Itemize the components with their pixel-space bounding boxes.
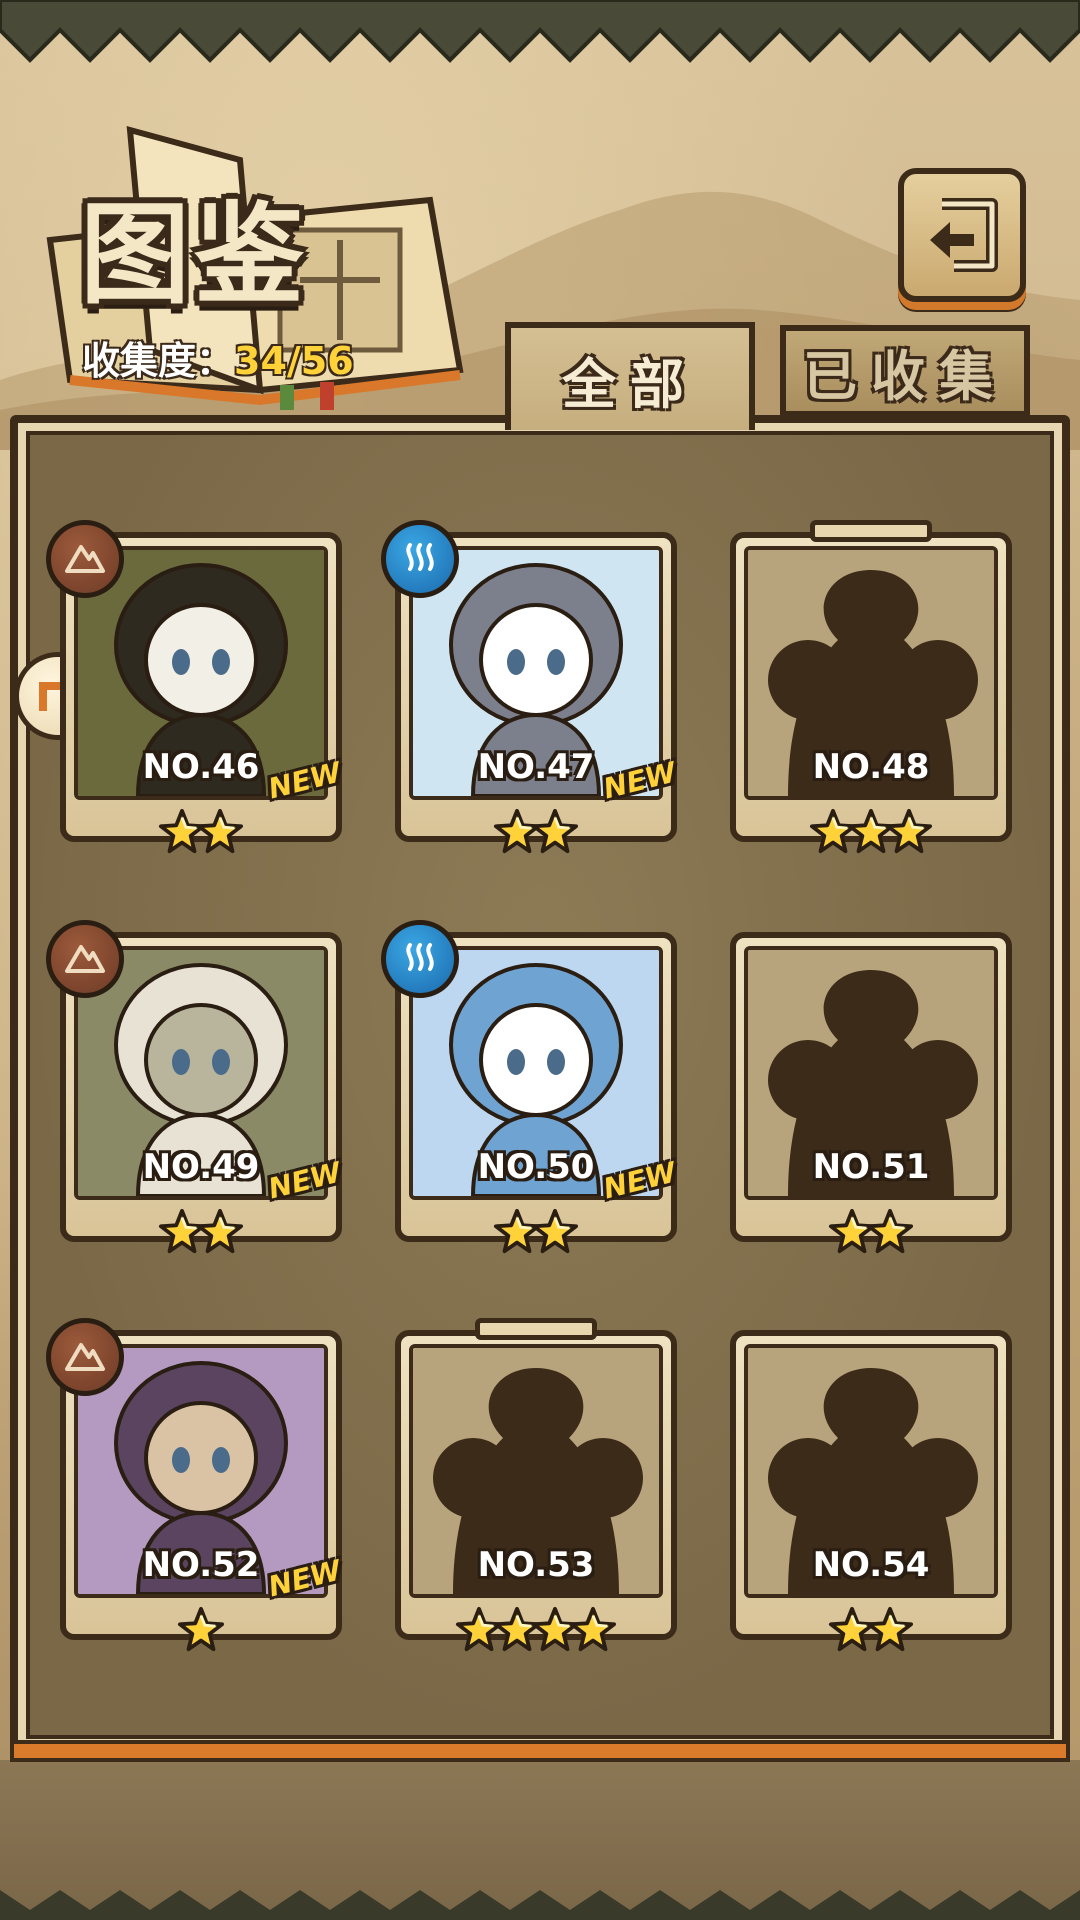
top-zigzag-border: [0, 0, 1080, 63]
rare-frame-ornament: [475, 1318, 597, 1340]
earth-element-icon: [65, 945, 105, 973]
water-element-badge: [381, 520, 459, 598]
star-rating: [730, 1208, 1012, 1256]
earth-element-badge: [46, 920, 124, 998]
star-icon: [885, 808, 933, 854]
rare-frame-ornament: [810, 520, 932, 542]
star-icon: [569, 1606, 617, 1652]
earth-element-badge: [46, 520, 124, 598]
star-rating: [60, 808, 342, 856]
progress-value: 34/56: [234, 339, 354, 383]
star-icon: [177, 1606, 225, 1652]
star-rating: [730, 808, 1012, 856]
card-number: NO.48: [812, 747, 930, 787]
earth-element-badge: [46, 1318, 124, 1396]
star-rating: [395, 808, 677, 856]
collection-card[interactable]: NO.54: [730, 1330, 1012, 1654]
water-element-badge: [381, 920, 459, 998]
tab-collected[interactable]: 已收集: [780, 325, 1030, 417]
back-button[interactable]: [898, 168, 1026, 302]
water-element-icon: [406, 943, 434, 971]
earth-element-icon: [65, 545, 105, 573]
page-title: 图鉴: [80, 190, 308, 319]
star-icon: [866, 1208, 914, 1254]
back-arrow-icon: [930, 198, 998, 272]
collection-card[interactable]: NO.53: [395, 1318, 677, 1654]
star-icon: [531, 808, 579, 854]
collection-progress: 收集度： 34/56: [82, 330, 354, 385]
collection-card[interactable]: NO.48: [730, 520, 1012, 856]
star-icon: [866, 1606, 914, 1652]
star-icon: [196, 1208, 244, 1254]
star-rating: [730, 1606, 1012, 1654]
earth-element-icon: [65, 1343, 105, 1371]
card-number: NO.53: [477, 1545, 595, 1585]
star-icon: [196, 808, 244, 854]
star-rating: [395, 1208, 677, 1256]
panel-bottom-bar: [10, 1740, 1070, 1762]
water-element-icon: [406, 543, 434, 571]
star-rating: [60, 1208, 342, 1256]
bottom-zigzag-border: [0, 1890, 1080, 1920]
progress-label: 收集度：: [82, 339, 235, 383]
collection-card[interactable]: NO.51: [730, 932, 1012, 1256]
card-number: NO.54: [812, 1545, 930, 1585]
card-number: NO.51: [812, 1147, 930, 1187]
star-rating: [60, 1606, 342, 1654]
tab-all[interactable]: 全部: [505, 322, 755, 430]
star-rating: [395, 1606, 677, 1654]
star-icon: [531, 1208, 579, 1254]
